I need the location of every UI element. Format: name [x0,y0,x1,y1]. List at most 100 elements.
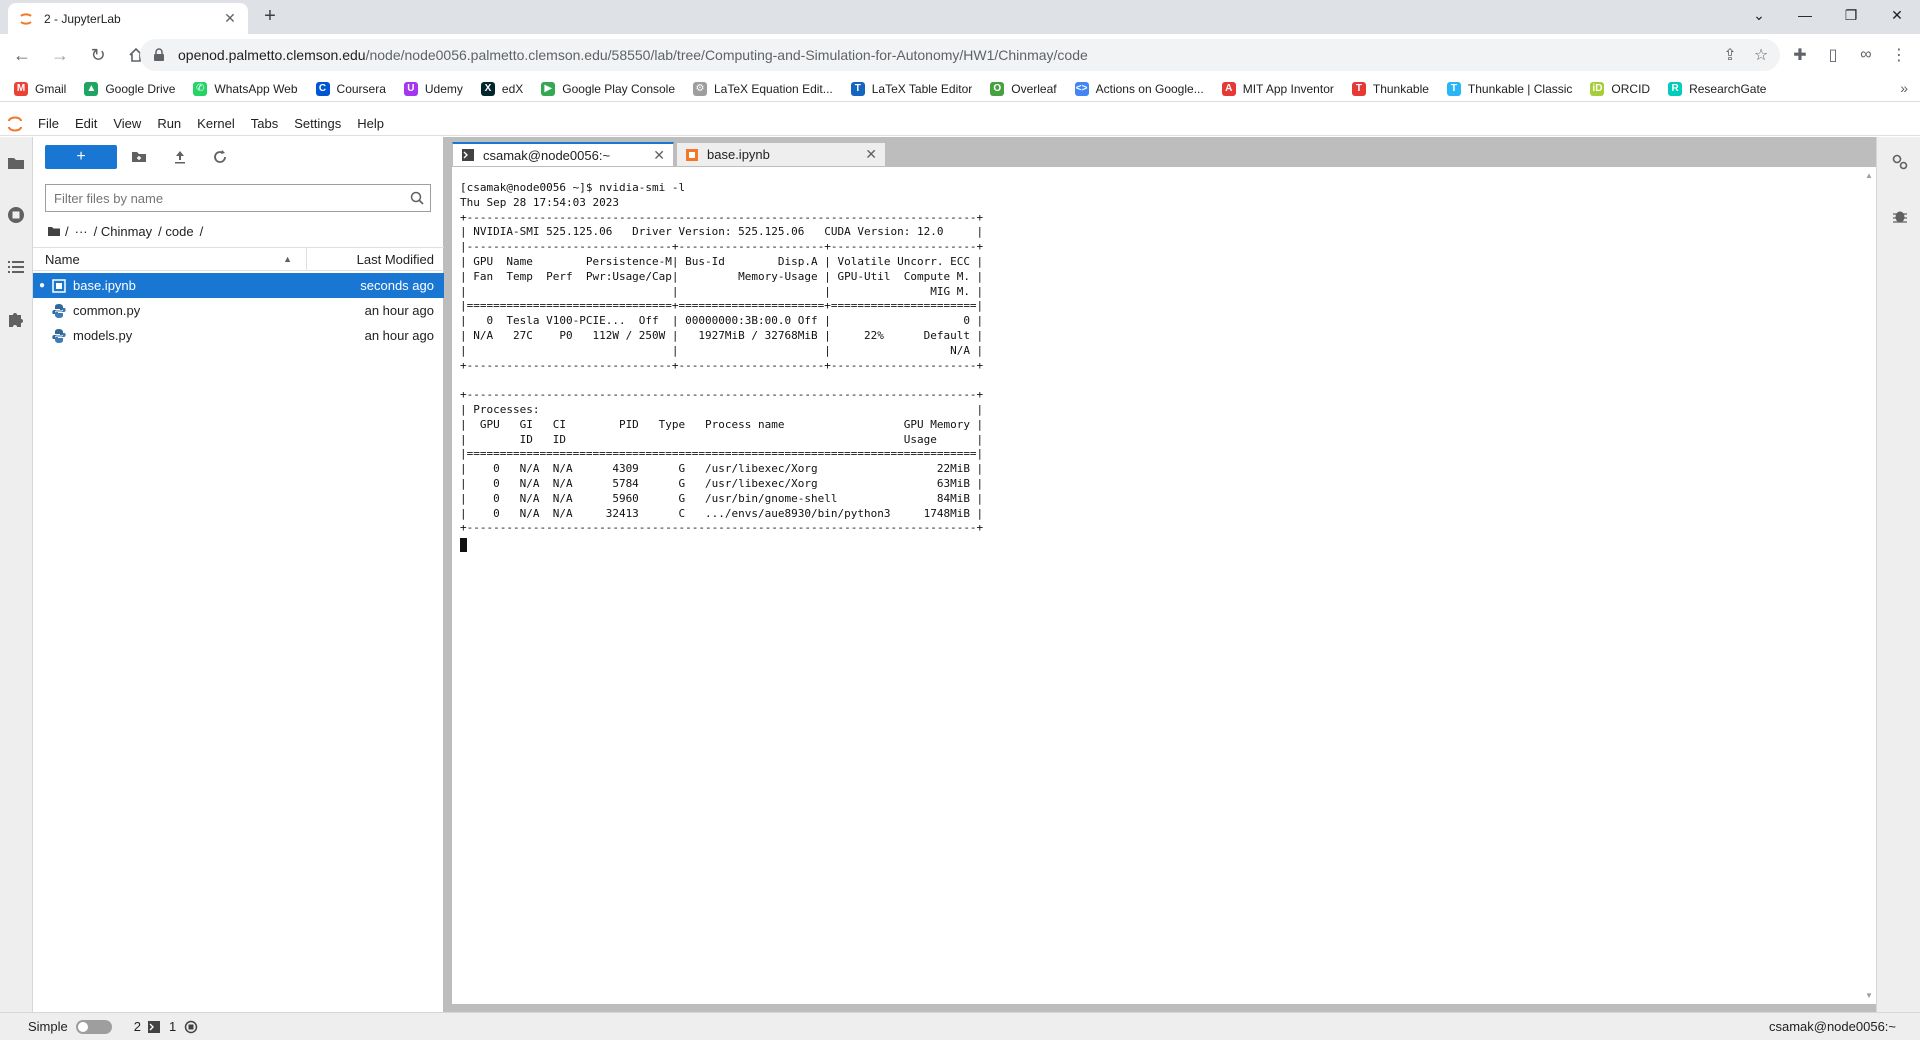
bookmark-google-drive[interactable]: ▲ Google Drive [84,81,176,96]
kernel-count: 1 [168,1019,177,1034]
menu-tabs[interactable]: Tabs [243,116,286,131]
menu-kernel[interactable]: Kernel [189,116,243,131]
menu-help[interactable]: Help [349,116,392,131]
left-activity-bar [0,137,33,1012]
bookmark-researchgate[interactable]: R ResearchGate [1668,81,1767,96]
terminal-icon [462,149,474,161]
refresh-icon[interactable] [211,148,229,166]
bookmark-star-icon[interactable]: ☆ [1745,39,1777,71]
scroll-down-icon[interactable]: ▼ [1865,991,1873,1000]
bookmarks-more-icon[interactable]: » [1900,80,1908,96]
profile-icon[interactable]: ∞ [1850,39,1882,71]
column-name-header[interactable]: Name ▲ [33,248,307,270]
tab-search-icon[interactable]: ⌄ [1736,0,1782,30]
bookmark-coursera[interactable]: C Coursera [315,81,386,96]
new-folder-icon[interactable] [130,148,148,166]
bookmark-thunkable-classic[interactable]: T Thunkable | Classic [1446,81,1572,96]
folder-icon[interactable] [6,153,26,173]
new-launcher-button[interactable]: + [45,145,117,169]
bookmark-label: ResearchGate [1689,81,1767,96]
file-row-base-ipynb[interactable]: ● base.ipynb seconds ago [33,273,444,298]
bookmark-latex-equation-edit[interactable]: ⚙ LaTeX Equation Edit... [693,81,833,96]
file-name: common.py [73,303,141,318]
file-row-models-py[interactable]: models.py an hour ago [33,323,444,348]
scroll-up-icon[interactable]: ▲ [1865,171,1873,180]
tab-base-ipynb[interactable]: base.ipynb ✕ [676,142,886,167]
column-modified-header[interactable]: Last Modified [307,252,444,267]
side-panel-icon[interactable]: ▯ [1817,39,1849,71]
breadcrumb-root[interactable]: / [65,224,69,239]
browser-menu-icon[interactable]: ⋮ [1883,39,1915,71]
root-folder-icon[interactable] [47,225,61,237]
extensions-icon[interactable]: ✚ [1784,39,1816,71]
minimize-icon[interactable]: — [1782,0,1828,30]
share-icon[interactable]: ⇪ [1714,39,1746,71]
close-tab-icon[interactable]: ✕ [222,10,238,27]
bookmark-thunkable[interactable]: T Thunkable [1351,81,1429,96]
file-modified: an hour ago [364,303,434,318]
bookmark-google-play-console[interactable]: ▶ Google Play Console [541,81,675,96]
terminal-line: | Fan Temp Perf Pwr:Usage/Cap| Memory-Us… [460,269,984,283]
edx-icon: X [480,81,495,96]
running-sessions-icon[interactable] [6,205,26,225]
bookmark-latex-table-editor[interactable]: T LaTeX Table Editor [850,81,972,96]
breadcrumb-chinmay[interactable]: / Chinmay [94,224,153,239]
bookmark-mit-app-inventor[interactable]: A MIT App Inventor [1221,81,1334,96]
terminal-count: 2 [133,1019,141,1034]
menu-view[interactable]: View [105,116,149,131]
file-modified: an hour ago [364,328,434,343]
terminal-line: | 0 N/A N/A 5960 G /usr/bin/gnome-shell … [460,491,984,505]
url-text: openod.palmetto.clemson.edu/node/node005… [178,47,1088,63]
terminal-panel[interactable]: [csamak@node0056 ~]$ nvidia-smi -l Thu Se… [452,167,1876,1004]
terminal-count-item[interactable]: 2 1 [134,1019,198,1034]
menu-file[interactable]: File [30,116,67,131]
table-of-contents-icon[interactable] [6,257,26,277]
bookmark-orcid[interactable]: iD ORCID [1590,81,1651,96]
bookmark-label: Google Drive [105,81,176,96]
browser-tab-jupyterlab[interactable]: 2 - JupyterLab ✕ [8,3,248,34]
bookmark-label: Thunkable [1372,81,1429,96]
bookmark-actions-on-google[interactable]: <> Actions on Google... [1074,81,1204,96]
bookmark-whatsapp-web[interactable]: ✆ WhatsApp Web [193,81,298,96]
menu-settings[interactable]: Settings [286,116,349,131]
file-browser-panel: + / ··· / Chinmay / code / Name ▲ Last M… [33,137,444,1012]
bookmark-gmail[interactable]: M Gmail [14,81,66,96]
address-bar[interactable]: openod.palmetto.clemson.edu/node/node005… [140,39,1780,71]
extension-puzzle-icon[interactable] [6,309,26,329]
bookmark-edx[interactable]: XedX [480,81,523,96]
tab-close-icon[interactable]: ✕ [653,147,665,164]
upload-icon[interactable] [171,148,189,166]
breadcrumb-ellipsis[interactable]: ··· [75,224,88,239]
bookmark-label: Udemy [424,81,463,96]
search-icon [404,185,430,211]
main-dock-area: csamak@node0056:~ ✕ base.ipynb ✕ [csamak… [444,137,1876,1012]
terminal-scrollbar[interactable]: ▲ ▼ [1862,167,1876,1004]
simple-mode-toggle[interactable] [75,1019,112,1034]
breadcrumb-code[interactable]: / code [158,224,193,239]
play-console-icon: ▶ [541,81,556,96]
notebook-icon [52,278,66,293]
window-close-icon[interactable]: ✕ [1874,0,1920,30]
filter-files-input[interactable] [54,190,404,206]
menu-edit[interactable]: Edit [67,116,105,131]
restore-icon[interactable]: ❐ [1828,0,1874,30]
new-tab-button[interactable]: + [258,5,282,29]
terminal-line: | GPU Name Persistence-M| Bus-Id Disp.A … [460,254,984,268]
bookmark-overleaf[interactable]: O Overleaf [990,81,1057,96]
gmail-icon: M [14,81,28,96]
back-icon[interactable]: ← [6,39,38,71]
property-inspector-icon[interactable] [1891,153,1909,171]
terminal-line: +---------------------------------------… [460,521,984,535]
google-drive-icon: ▲ [84,81,99,96]
terminal-output[interactable]: [csamak@node0056 ~]$ nvidia-smi -l Thu Se… [460,181,983,553]
tab-close-icon[interactable]: ✕ [865,146,877,163]
menu-run[interactable]: Run [149,116,189,131]
file-row-common-py[interactable]: common.py an hour ago [33,298,444,323]
tab-terminal[interactable]: csamak@node0056:~ ✕ [452,142,674,167]
bookmark-label: ORCID [1611,81,1651,96]
forward-icon[interactable]: → [44,39,76,71]
reload-icon[interactable]: ↻ [82,39,114,71]
debugger-bug-icon[interactable] [1891,207,1909,225]
bookmark-udemy[interactable]: U Udemy [403,81,463,96]
latex-table-icon: T [850,81,865,96]
